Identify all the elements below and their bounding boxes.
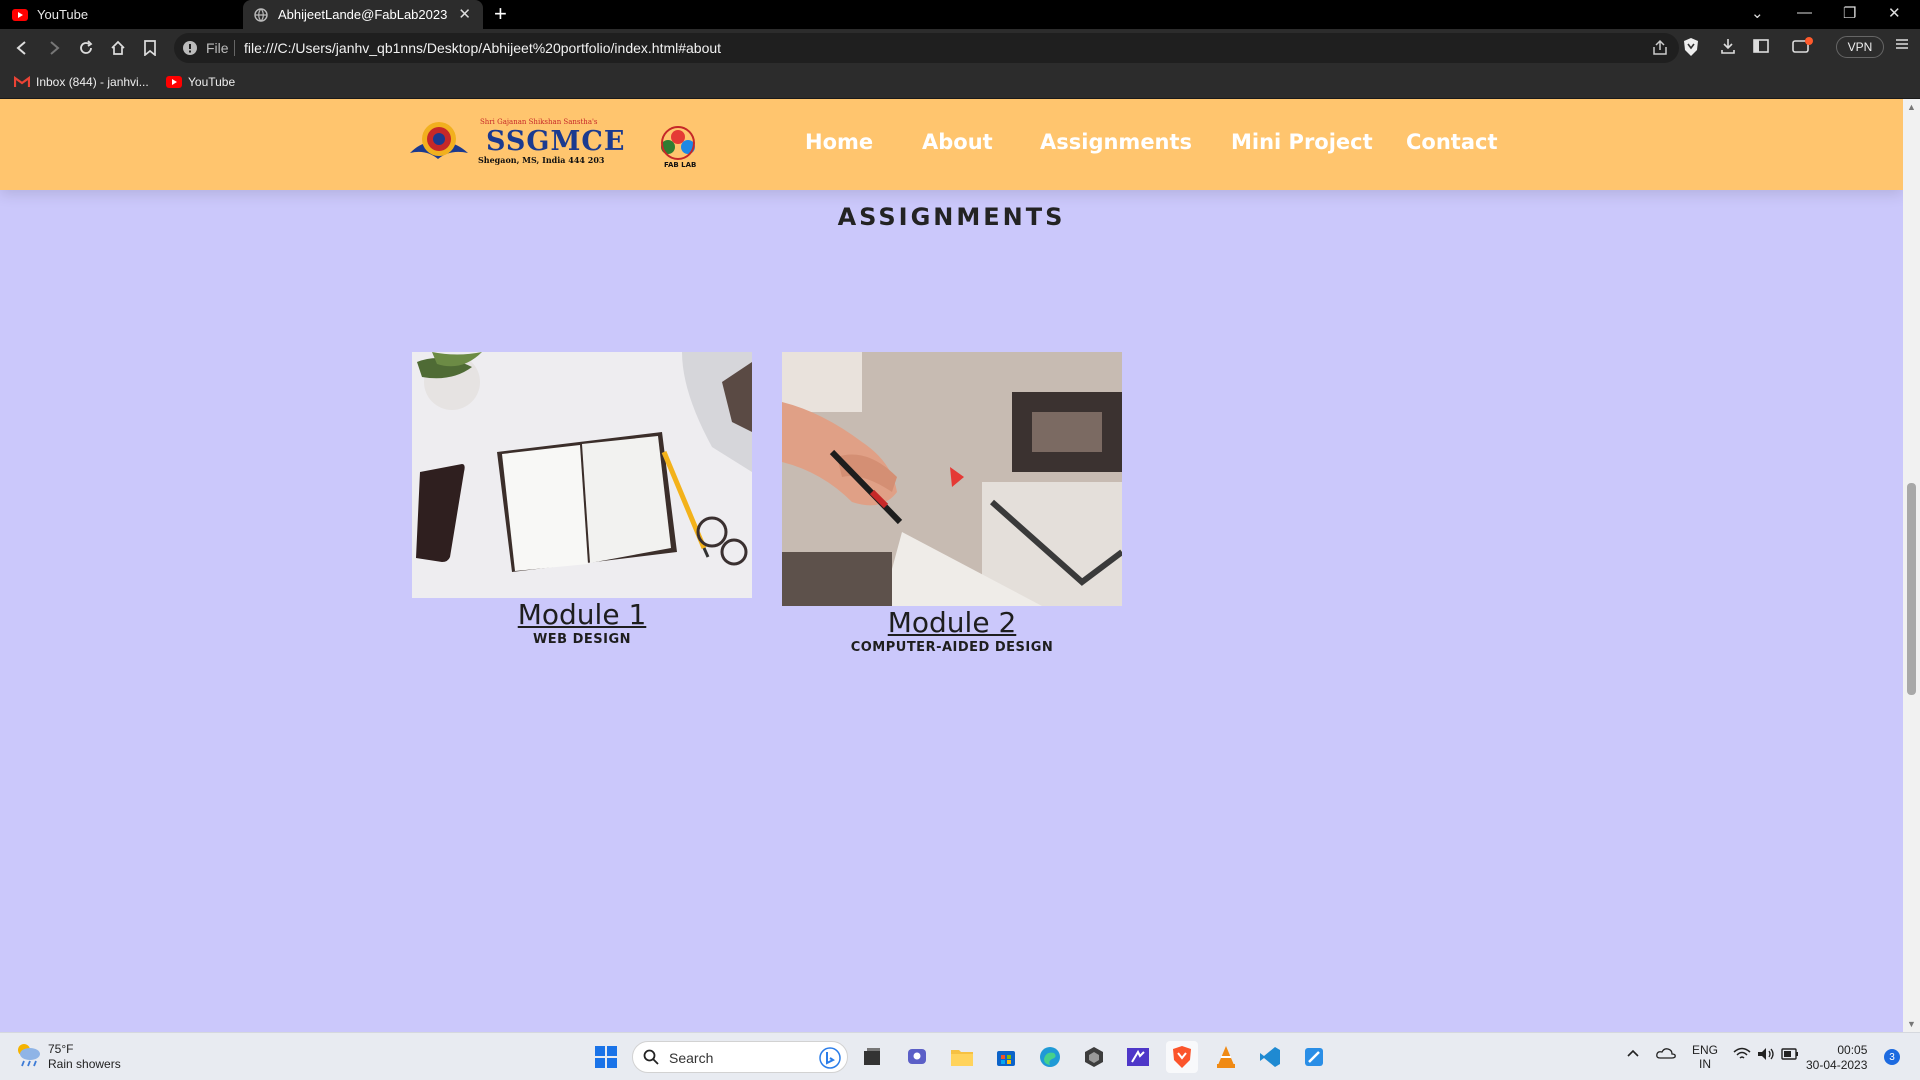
tab-portfolio[interactable]: AbhijeetLande@FabLab2023 ✕ bbox=[243, 0, 483, 29]
bookmark-gmail[interactable]: Inbox (844) - janhvi... bbox=[14, 75, 149, 89]
logo-fablab: FAB LAB bbox=[664, 161, 697, 169]
nav-contact[interactable]: Contact bbox=[1406, 130, 1498, 154]
bookmarks-bar: Inbox (844) - janhvi... YouTube bbox=[0, 67, 1920, 99]
url-text[interactable]: file:///C:/Users/janhv_qb1nns/Desktop/Ab… bbox=[244, 40, 721, 56]
logo-org-line: Shri Gajanan Shikshan Sanstha's bbox=[480, 118, 598, 126]
module-card[interactable]: Module 2 COMPUTER-AIDED DESIGN bbox=[782, 352, 1122, 655]
new-tab-icon[interactable]: + bbox=[494, 3, 507, 25]
youtube-icon bbox=[12, 7, 28, 23]
logo-name: SSGMCE bbox=[486, 126, 626, 157]
back-icon[interactable] bbox=[11, 37, 33, 59]
info-icon[interactable] bbox=[182, 40, 198, 61]
scrollbar-thumb[interactable] bbox=[1907, 483, 1916, 695]
search-label: Search bbox=[669, 1050, 714, 1066]
clock-date: 30-04-2023 bbox=[1806, 1058, 1868, 1072]
vs-icon[interactable] bbox=[1122, 1041, 1154, 1073]
store-icon[interactable] bbox=[990, 1041, 1022, 1073]
restore-icon[interactable]: ❐ bbox=[1843, 4, 1856, 22]
tab-youtube[interactable]: YouTube bbox=[0, 0, 243, 29]
clock-time: 00:05 bbox=[1837, 1043, 1868, 1057]
scheme-label: File bbox=[206, 40, 229, 56]
menu-icon[interactable] bbox=[1895, 37, 1909, 56]
gmail-icon bbox=[14, 76, 30, 88]
onedrive-icon[interactable] bbox=[1656, 1047, 1676, 1062]
bing-icon[interactable] bbox=[819, 1047, 841, 1074]
scroll-up-icon[interactable]: ▲ bbox=[1907, 102, 1916, 112]
bookmark-label: Inbox (844) - janhvi... bbox=[36, 75, 149, 89]
vpn-button[interactable]: VPN bbox=[1836, 36, 1884, 58]
section-title: ASSIGNMENTS bbox=[837, 203, 1066, 231]
editor-icon[interactable] bbox=[1298, 1041, 1330, 1073]
tab-title: YouTube bbox=[37, 7, 89, 22]
site-navbar: Shri Gajanan Shikshan Sanstha's SSGMCE S… bbox=[0, 99, 1903, 190]
teams-icon[interactable] bbox=[902, 1041, 934, 1073]
address-bar[interactable]: File file:///C:/Users/janhv_qb1nns/Deskt… bbox=[174, 33, 1679, 63]
bookmark-youtube[interactable]: YouTube bbox=[166, 75, 235, 89]
taskbar-search[interactable]: Search bbox=[632, 1041, 848, 1073]
search-icon bbox=[643, 1049, 659, 1070]
app-icon[interactable] bbox=[1078, 1041, 1110, 1073]
vscode-icon[interactable] bbox=[1254, 1041, 1286, 1073]
tab-strip: YouTube AbhijeetLande@FabLab2023 ✕ + ⌄ —… bbox=[0, 0, 1920, 29]
start-icon[interactable] bbox=[590, 1041, 622, 1073]
download-icon[interactable] bbox=[1719, 37, 1737, 60]
notebook-desk-photo[interactable] bbox=[412, 352, 752, 598]
reload-icon[interactable] bbox=[75, 37, 97, 59]
nav-home[interactable]: Home bbox=[805, 130, 873, 154]
weather-rain-icon bbox=[14, 1041, 42, 1072]
vpn-label: VPN bbox=[1847, 40, 1873, 54]
minimize-icon[interactable]: — bbox=[1797, 4, 1812, 21]
edge-icon[interactable] bbox=[1034, 1041, 1066, 1073]
language-indicator[interactable]: ENG IN bbox=[1692, 1043, 1718, 1071]
close-window-icon[interactable]: ✕ bbox=[1888, 4, 1901, 22]
divider bbox=[234, 40, 235, 56]
volume-icon[interactable] bbox=[1757, 1047, 1775, 1064]
home-icon[interactable] bbox=[107, 37, 129, 59]
module-title-link[interactable]: Module 1 bbox=[412, 598, 752, 631]
task-view-icon[interactable] bbox=[856, 1041, 888, 1073]
language-line2: IN bbox=[1699, 1057, 1711, 1071]
file-explorer-icon[interactable] bbox=[946, 1041, 978, 1073]
tray-overflow-icon[interactable] bbox=[1626, 1047, 1640, 1061]
brave-shield-icon[interactable] bbox=[1682, 37, 1700, 62]
bookmark-icon[interactable] bbox=[139, 37, 161, 59]
weather-temp: 75°F bbox=[48, 1041, 74, 1056]
nav-assignments[interactable]: Assignments bbox=[1040, 130, 1192, 154]
module-card[interactable]: Module 1 WEB DESIGN bbox=[412, 352, 752, 647]
page-scrollbar[interactable]: ▲ ▼ bbox=[1903, 99, 1920, 1032]
weather-widget[interactable]: 75°F Rain showers bbox=[14, 1041, 121, 1072]
wifi-icon[interactable] bbox=[1733, 1047, 1751, 1064]
share-icon[interactable] bbox=[1651, 39, 1669, 62]
language-line1: ENG bbox=[1692, 1043, 1719, 1057]
logo-location: Shegaon, MS, India 444 203 bbox=[478, 155, 605, 165]
notification-badge[interactable]: 3 bbox=[1884, 1049, 1900, 1065]
tab-search-icon[interactable]: ⌄ bbox=[1751, 4, 1764, 22]
globe-icon bbox=[253, 7, 269, 23]
battery-icon[interactable] bbox=[1781, 1048, 1799, 1063]
sidebar-icon[interactable] bbox=[1752, 37, 1770, 60]
module-subtitle: COMPUTER-AIDED DESIGN bbox=[850, 640, 1054, 655]
youtube-icon bbox=[166, 76, 182, 88]
forward-icon[interactable] bbox=[43, 37, 65, 59]
tab-title: AbhijeetLande@FabLab2023 bbox=[278, 7, 448, 22]
nav-mini-project[interactable]: Mini Project bbox=[1231, 130, 1373, 154]
scroll-down-icon[interactable]: ▼ bbox=[1907, 1019, 1916, 1029]
bookmark-label: YouTube bbox=[188, 75, 236, 89]
module-title-link[interactable]: Module 2 bbox=[782, 606, 1122, 639]
browser-toolbar: File file:///C:/Users/janhv_qb1nns/Deskt… bbox=[0, 29, 1920, 67]
module-subtitle: WEB DESIGN bbox=[532, 632, 632, 647]
page-viewport: Shri Gajanan Shikshan Sanstha's SSGMCE S… bbox=[0, 99, 1903, 1032]
wallet-icon[interactable] bbox=[1791, 37, 1813, 60]
brave-icon[interactable] bbox=[1166, 1041, 1198, 1073]
vlc-icon[interactable] bbox=[1210, 1041, 1242, 1073]
hand-drawing-photo[interactable] bbox=[782, 352, 1122, 606]
close-tab-icon[interactable]: ✕ bbox=[458, 7, 471, 22]
system-clock[interactable]: 00:05 30-04-2023 bbox=[1806, 1043, 1867, 1073]
weather-condition: Rain showers bbox=[48, 1056, 121, 1071]
windows-taskbar: 75°F Rain showers Search ENG IN 00:05 30… bbox=[0, 1032, 1920, 1080]
nav-about[interactable]: About bbox=[922, 130, 993, 154]
college-logo[interactable]: Shri Gajanan Shikshan Sanstha's SSGMCE S… bbox=[408, 117, 708, 173]
